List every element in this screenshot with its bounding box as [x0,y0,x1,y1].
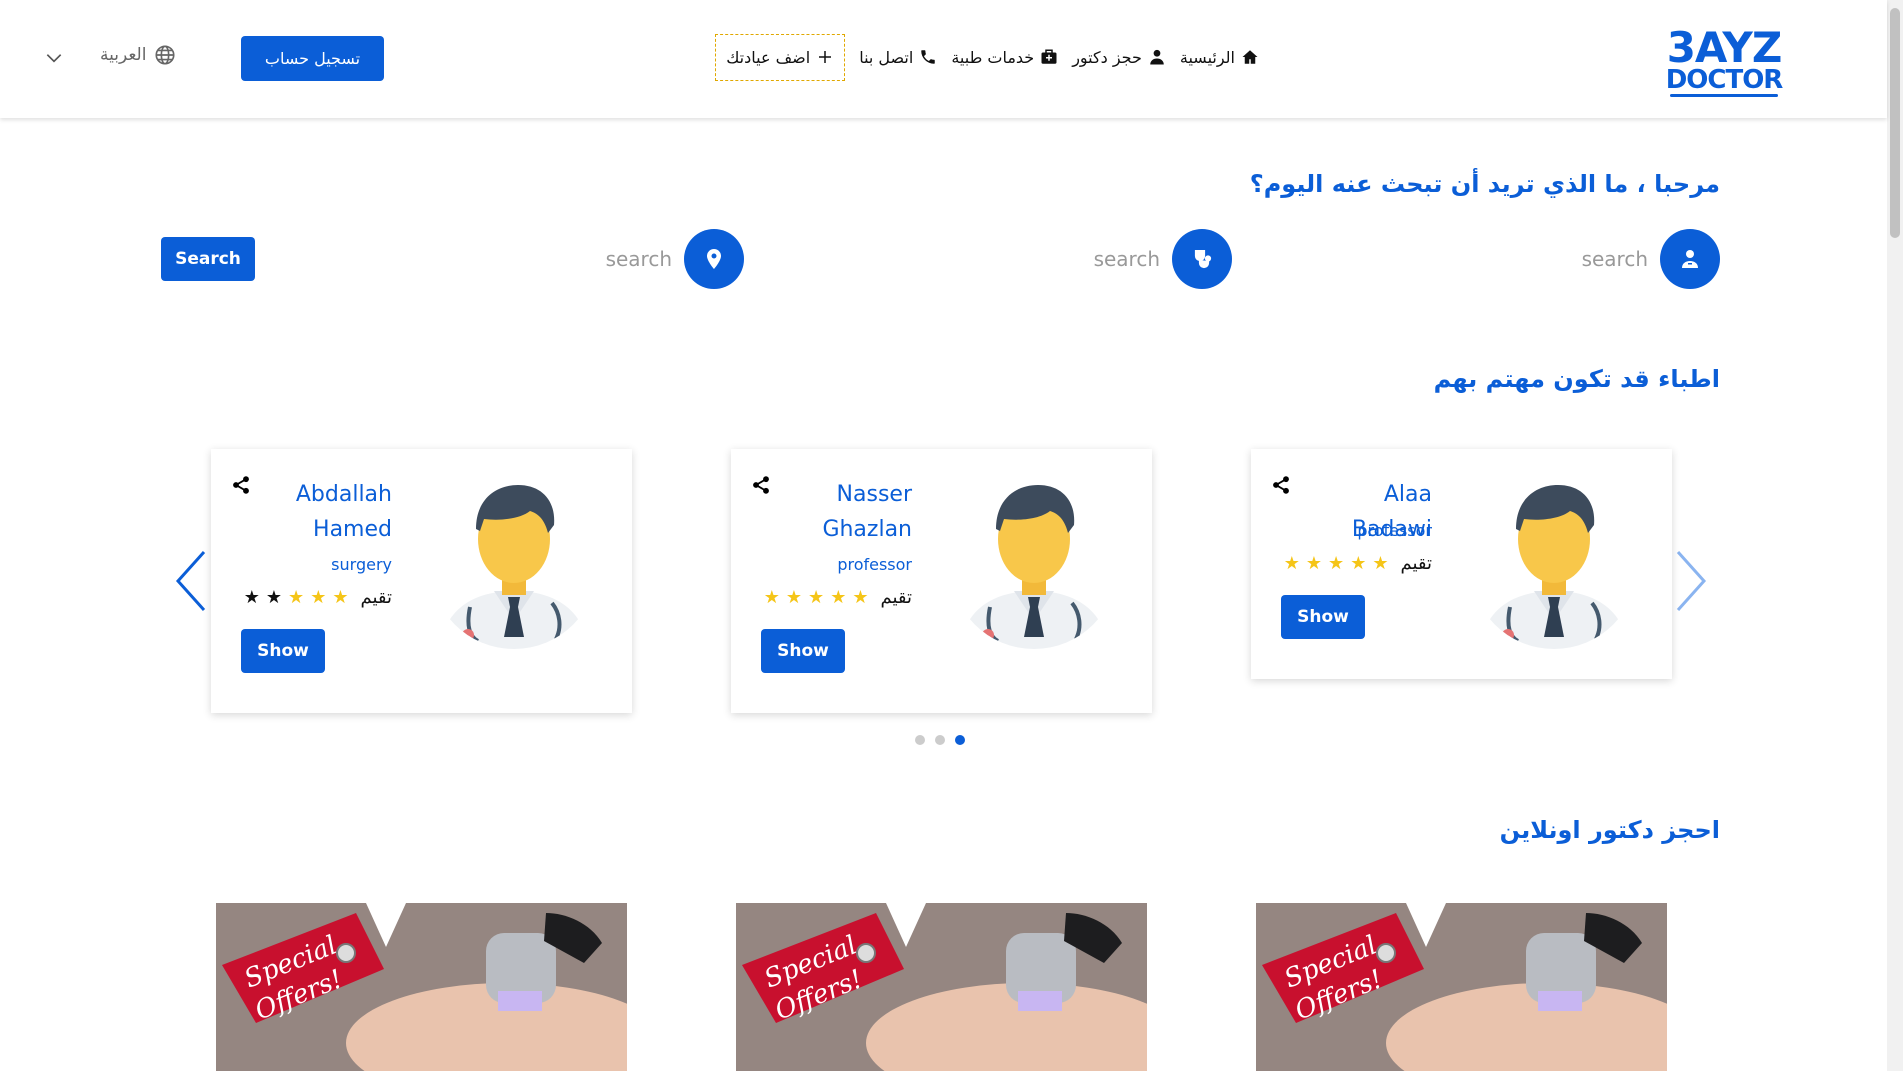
doctor-specialty: professor [837,555,912,574]
doctor-rating: تقيم ★ ★ ★ ★ ★ [764,587,912,608]
nav-contact[interactable]: اتصل بنا [859,48,937,67]
share-icon[interactable] [1271,475,1291,495]
stethoscope-icon [1172,229,1232,289]
doctor-rating: تقيم ★ ★ ★ ★ ★ [1284,553,1432,574]
show-doctor-button[interactable]: Show [1281,595,1365,639]
language-selector[interactable]: العربية [100,44,176,66]
star-icon: ★ [830,586,847,608]
special-offer-image: Special Offers! [736,903,1147,1071]
brand-logo[interactable]: 3AYZ DOCTOR [1664,26,1784,100]
nav-book-doctor-label: حجز دكتور [1072,47,1142,67]
search-field-specialty [1080,229,1232,289]
logo-line-1: 3AYZ [1666,23,1783,72]
doctor-card: Alaa Badawi professor تقيم ★ ★ ★ ★ ★ Show [1251,449,1672,679]
pagination-dot[interactable] [955,735,965,745]
online-section-title: احجز دكتور اونلاين [1499,816,1720,844]
star-icon: ★ [1350,552,1367,574]
show-doctor-button[interactable]: Show [761,629,845,673]
carousel-pagination [915,735,965,745]
special-offer-image: Special Offers! [1256,903,1667,1071]
star-icon: ★ [1305,552,1323,574]
nav-book-doctor[interactable]: حجز دكتور [1072,48,1166,67]
language-label: العربية [100,45,147,65]
search-row [0,229,1903,289]
page-scrollbar[interactable] [1887,0,1903,1071]
signup-button[interactable]: تسجيل حساب [241,36,384,81]
medical-kit-icon [1041,49,1057,64]
carousel-next-arrow-icon[interactable] [1674,548,1710,614]
logo-underline [1670,94,1778,97]
special-offer-image: Special Offers! [216,903,627,1071]
search-field-location [592,229,744,289]
logo-line-2: DOCTOR [1665,65,1784,95]
star-icon: ★ [1328,552,1345,574]
doctor-avatar [960,485,1108,649]
pagination-dot[interactable] [935,735,945,745]
doctor-card: Nasser Ghazlan professor تقيم ★ ★ ★ ★ ★ Show [731,449,1152,713]
doctor-specialty: professor [1357,521,1432,540]
offer-image[interactable]: Special Offers! [736,903,1147,1071]
doctor-card: Abdallah Hamed surgery تقيم ★ ★ ★ ★ ★ Show [211,449,632,713]
star-icon: ★ [1372,552,1389,574]
search-input-location[interactable] [592,247,672,271]
star-icon: ★ [310,586,327,608]
rating-label: تقيم [1400,553,1432,574]
doctor-avatar [440,485,588,649]
page: 3AYZ DOCTOR الرئيسية حجز دكتور خدمات طبي… [0,0,1903,1071]
star-icon: ★ [785,586,803,608]
globe-icon [155,45,176,65]
rating-label: تقيم [360,587,392,608]
plus-icon [819,51,832,63]
star-icon: ★ [808,586,825,608]
doctor-name: Nasser Ghazlan [822,482,912,542]
nav-home[interactable]: الرئيسية [1180,48,1259,67]
search-input-doctor[interactable] [1568,247,1648,271]
doctor-user-icon [1660,229,1720,289]
nav-medical-services-label: خدمات طبية [951,47,1035,67]
scrollbar-thumb[interactable] [1890,8,1900,238]
phone-icon [921,50,936,64]
star-icon: ★ [852,586,869,608]
star-icon: ★ [763,586,780,608]
star-icon: ★ [332,586,349,608]
carousel-prev-arrow-icon[interactable] [172,548,208,614]
doctors-section-title: اطباء قد تكون مهتم بهم [1433,365,1720,393]
search-input-specialty[interactable] [1080,247,1160,271]
nav-medical-services[interactable]: خدمات طبية [951,48,1058,67]
main-nav: الرئيسية حجز دكتور خدمات طبية اتصل بنا ا… [707,33,1259,81]
star-icon: ★ [243,586,260,608]
show-doctor-button[interactable]: Show [241,629,325,673]
star-icon: ★ [265,586,283,608]
star-icon: ★ [288,586,305,608]
doctor-icon [1150,49,1164,65]
pagination-dot[interactable] [915,735,925,745]
search-button[interactable]: Search [161,237,255,281]
nav-add-clinic[interactable]: اضف عيادتك [715,33,846,81]
share-icon[interactable] [231,475,251,495]
navbar: 3AYZ DOCTOR الرئيسية حجز دكتور خدمات طبي… [0,0,1887,118]
greeting-heading: مرحبا ، ما الذي تريد أن تبحث عنه اليوم؟ [1249,170,1720,198]
offer-image[interactable]: Special Offers! [1256,903,1667,1071]
home-icon [1242,50,1258,64]
nav-contact-label: اتصل بنا [859,47,914,67]
rating-label: تقيم [880,587,912,608]
offer-image[interactable]: Special Offers! [216,903,627,1071]
doctor-avatar [1480,485,1628,649]
share-icon[interactable] [751,475,771,495]
doctor-rating: تقيم ★ ★ ★ ★ ★ [244,587,392,608]
star-icon: ★ [1283,552,1300,574]
doctor-specialty: surgery [331,555,392,574]
chevron-down-icon[interactable] [44,48,64,68]
doctor-name: Abdallah Hamed [295,482,392,542]
location-pin-icon [684,229,744,289]
nav-add-clinic-label: اضف عيادتك [726,47,811,67]
search-field-doctor [1568,229,1720,289]
nav-home-label: الرئيسية [1179,47,1235,67]
